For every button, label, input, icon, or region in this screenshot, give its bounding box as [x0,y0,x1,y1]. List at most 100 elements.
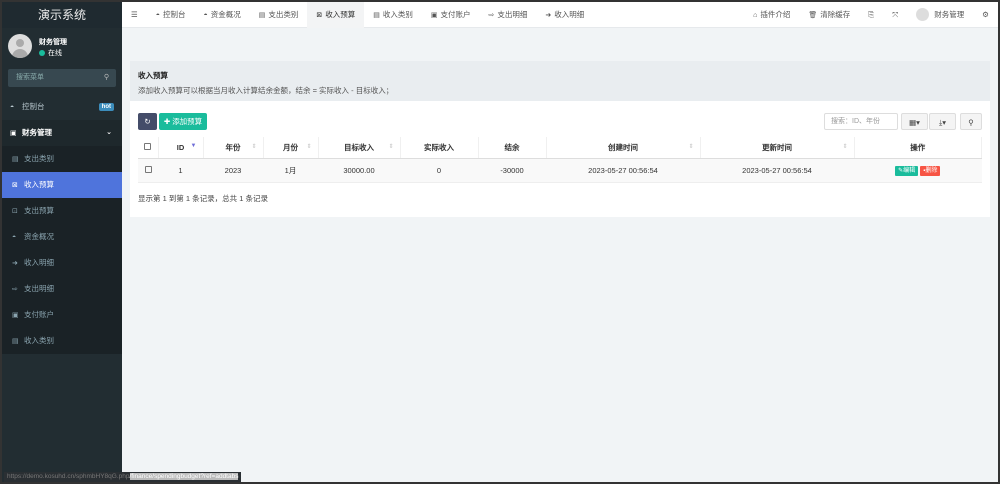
money-icon: ▣ [10,130,17,137]
menu-search-input[interactable]: 搜索菜单 ⚲ [8,69,116,87]
cell-actions: ✎编辑 ▪删除 [854,158,982,183]
fullscreen-icon[interactable]: ⤧ [883,2,907,28]
dashboard-icon: ◓ [10,104,15,111]
user-menu[interactable]: 财务管理 [907,2,973,28]
cell-actual-income: 0 [400,158,478,183]
table-toolbar: ↻ ✚ 添加预算 搜索：ID、年份 ▦▾ ⤓▾ ⚲ [138,113,982,131]
tab-label: 支出类别 [268,9,299,19]
tab-label: 收入类别 [382,9,413,19]
sidebar-item-expense-category[interactable]: ▤ 支出类别 [2,146,122,172]
sidebar-item-income-budget[interactable]: ⊠ 收入预算 [2,172,122,198]
sort-icon: ⇕ [251,144,257,150]
sort-desc-icon: ▼ [190,143,197,149]
home-icon: ⌂ [753,11,758,19]
tab-payment-account[interactable]: ▣ 支付账户 [422,2,480,28]
menu-toggle-icon[interactable]: ☰ [122,2,147,28]
col-updated[interactable]: 更新时间 ⇕ [700,137,855,159]
add-budget-button[interactable]: ✚ 添加预算 [159,113,207,130]
tab-fund-overview[interactable]: ◓ 资金概况 [194,2,249,28]
tab-income-budget[interactable]: ⊠ 收入预算 [307,2,365,28]
app-logo[interactable]: 演示系统 [2,2,122,28]
export-dropdown[interactable]: ⤓▾ [929,113,956,130]
sign-in-icon: ➜ [12,260,18,267]
translate-icon[interactable]: ⎘ [859,2,883,28]
tab-dashboard[interactable]: ◓ 控制台 [147,2,195,28]
header-label: 结余 [504,142,520,152]
sidebar-item-dashboard[interactable]: ◓ 控制台 hot [2,94,122,120]
col-year[interactable]: 年份 ⇕ [203,137,264,159]
header-label: 操作 [910,142,926,152]
clear-cache-button[interactable]: 🗑 清除缓存 [799,2,859,28]
url-prefix: https://demo.kosuhd.cn/sphmbHY8qG.php [7,473,130,480]
advanced-search-button[interactable]: ⚲ [960,113,982,130]
columns-dropdown[interactable]: ▦▾ [901,113,928,130]
avatar [8,34,32,58]
dashboard-icon: ◓ [12,234,17,241]
tab-income-detail[interactable]: ➜ 收入明细 [536,2,593,28]
export-icon: ⤓▾ [938,118,947,127]
sign-in-icon: ➜ [545,11,552,19]
tab-expense-category[interactable]: ▤ 支出类别 [250,2,308,28]
chevron-down-icon: ⌄ [106,129,112,136]
sidebar-nav: ◓ 控制台 hot ▣ 财务管理 ⌄ ▤ 支出类别 ⊠ 收入预算 ⊡ 支出预算 ◓ 资金概况 ➜… [2,94,122,354]
col-id[interactable]: ID ▼ [158,137,204,159]
sidebar-item-finance[interactable]: ▣ 财务管理 ⌄ [2,120,122,146]
row-checkbox[interactable] [138,158,158,183]
sort-icon: ⇕ [688,144,694,150]
sidebar-item-income-category[interactable]: ▤ 收入类别 [2,328,122,354]
edit-button[interactable]: ✎编辑 [895,165,919,176]
search-icon: ⚲ [968,118,974,127]
sidebar-item-label: 支出预算 [24,206,54,215]
sort-icon: ⇕ [842,144,848,150]
header-label: 更新时间 [762,142,792,152]
account-icon: ▣ [12,312,19,319]
user-panel: 财务管理 在线 [2,28,122,66]
table-search-input[interactable]: 搜索：ID、年份 [824,113,898,130]
sidebar-item-income-detail[interactable]: ➜ 收入明细 [2,250,122,276]
col-month[interactable]: 月份 ⇕ [263,137,319,159]
checkbox[interactable] [144,165,152,173]
sidebar-item-label: 收入明细 [24,258,54,267]
header-label: 创建时间 [608,142,638,152]
sidebar-item-label: 收入类别 [24,336,54,345]
refresh-icon: ↻ [144,117,151,126]
status-bar-url: https://demo.kosuhd.cn/sphmbHY8qG.php/fi… [4,472,242,482]
sidebar-item-label: 财务管理 [22,128,52,137]
pagination-info: 显示第 1 到第 1 条记录，总共 1 条记录 [138,194,269,203]
sidebar-item-label: 支出类别 [24,154,54,163]
cell-month: 1月 [263,158,318,183]
search-icon[interactable]: ⚲ [104,69,109,87]
content-area: 收入预算 添加收入预算可以根据当月收入计算结余金额，结余 = 实际收入 - 目标… [122,28,998,482]
sidebar-item-expense-budget[interactable]: ⊡ 支出预算 [2,198,122,224]
sidebar-item-fund-overview[interactable]: ◓ 资金概况 [2,224,122,250]
header-label: 年份 [225,142,241,152]
tab-income-category[interactable]: ▤ 收入类别 [364,2,422,28]
plugin-intro-link[interactable]: ⌂ 插件介绍 [744,2,799,28]
sidebar-item-expense-detail[interactable]: ⇨ 支出明细 [2,276,122,302]
col-created[interactable]: 创建时间 ⇕ [546,137,701,159]
account-icon: ▣ [430,11,438,19]
online-dot-icon [39,50,45,56]
panel-header: 收入预算 添加收入预算可以根据当月收入计算结余金额，结余 = 实际收入 - 目标… [130,61,990,101]
select-all-checkbox[interactable] [138,137,159,159]
search-placeholder: 搜索菜单 [16,74,44,81]
col-target-income[interactable]: 目标收入 ⇕ [318,137,401,159]
delete-button[interactable]: ▪删除 [920,165,941,176]
header-label: 目标收入 [344,142,374,152]
hot-badge: hot [98,103,114,111]
cell-id: 1 [158,158,203,183]
tab-label: 资金概况 [210,9,241,19]
plugin-label: 插件介绍 [760,9,791,19]
sidebar-item-payment-account[interactable]: ▣ 支付账户 [2,302,122,328]
refresh-button[interactable]: ↻ [138,113,157,130]
col-actual-income: 实际收入 [400,137,479,159]
checkbox[interactable] [144,142,152,150]
dashboard-icon: ◓ [155,11,160,19]
list-icon: ▤ [12,338,19,345]
tab-expense-detail[interactable]: ⇨ 支出明细 [479,2,536,28]
sort-icon: ⇕ [306,144,312,150]
budget-icon: ⊠ [316,11,323,19]
dashboard-icon: ◓ [203,11,208,19]
settings-icon[interactable]: ⚙ [973,2,998,28]
finance-submenu: ▤ 支出类别 ⊠ 收入预算 ⊡ 支出预算 ◓ 资金概况 ➜ 收入明细 ⇨ 支出明细 ▣ 支付账… [2,146,122,354]
